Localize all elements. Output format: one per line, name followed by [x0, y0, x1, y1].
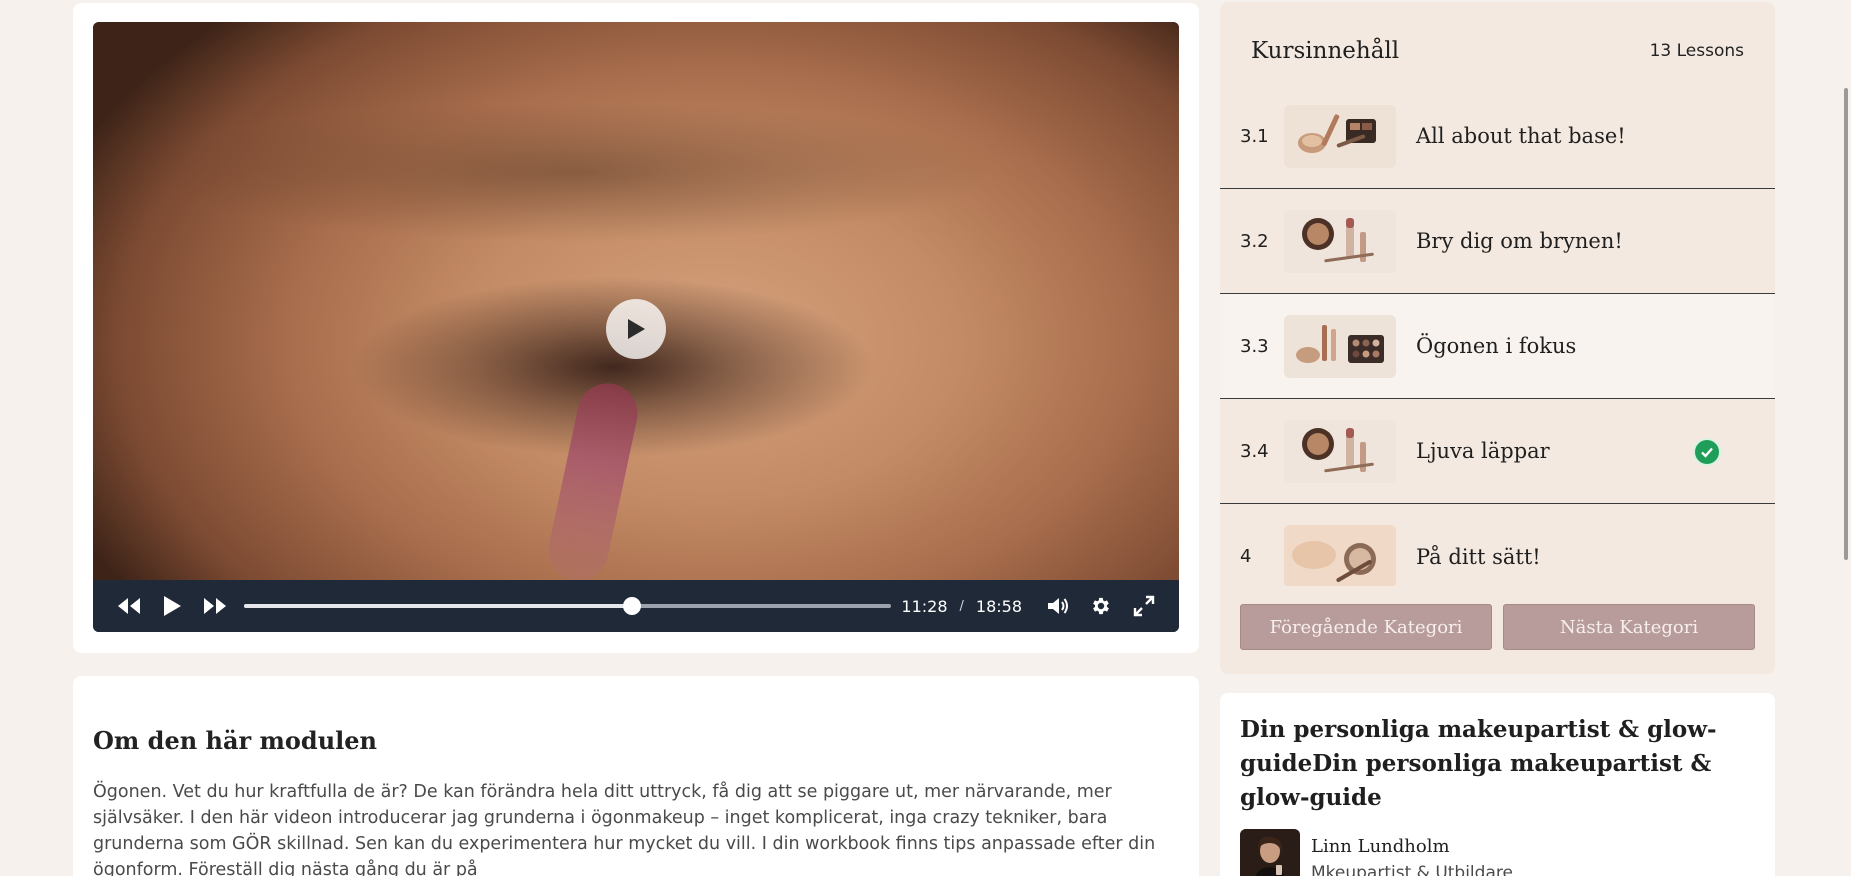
play-icon [163, 596, 181, 616]
progress-bar[interactable] [244, 597, 892, 615]
previous-category-button[interactable]: Föregående Kategori [1240, 604, 1492, 650]
makeup-products-image [1284, 419, 1396, 483]
next-category-button[interactable]: Nästa Kategori [1503, 604, 1755, 650]
fullscreen-icon [1133, 595, 1154, 617]
lesson-number: 4 [1240, 546, 1252, 567]
category-navigation: Föregående Kategori Nästa Kategori [1240, 604, 1755, 650]
play-icon [628, 319, 645, 339]
lesson-number: 3.3 [1240, 335, 1269, 357]
time-separator: / [959, 598, 964, 614]
rewind-icon [117, 598, 140, 614]
lesson-title: Ljuva läppar [1416, 439, 1550, 463]
gear-icon [1092, 597, 1109, 615]
lesson-thumbnail [1284, 209, 1396, 273]
lesson-number: 3.2 [1240, 230, 1269, 252]
lesson-item[interactable]: 4 På ditt sätt! [1220, 504, 1775, 586]
lesson-title: Bry dig om brynen! [1416, 229, 1623, 253]
author-name: Linn Lundholm [1311, 835, 1450, 857]
fast-forward-button[interactable] [193, 580, 236, 632]
lesson-number: 3.1 [1240, 125, 1269, 147]
lesson-title: Ögonen i fokus [1416, 334, 1577, 358]
scrollbar-thumb[interactable] [1844, 88, 1848, 560]
lesson-list: 3.1 All about that base! 3.2 Bry dig om … [1220, 84, 1775, 586]
fullscreen-button[interactable] [1122, 580, 1165, 632]
video-surface[interactable] [93, 22, 1179, 587]
guide-title: Din personliga makeupartist & glow-guide… [1240, 716, 1717, 811]
page-scrollbar[interactable] [1842, 0, 1851, 876]
lesson-item[interactable]: 3.4 Ljuva läppar [1220, 399, 1775, 504]
fast-forward-icon [203, 598, 226, 614]
duration: 18:58 [975, 596, 1022, 616]
course-title: Kursinnehåll [1251, 38, 1400, 64]
big-play-button[interactable] [606, 299, 666, 359]
volume-button[interactable] [1036, 580, 1079, 632]
author: Linn Lundholm Mkeupartist & Utbildare [1240, 829, 1755, 876]
makeup-products-image [1284, 104, 1396, 168]
video-controls: 11:28 / 18:58 [93, 580, 1179, 632]
lesson-item[interactable]: 3.2 Bry dig om brynen! [1220, 189, 1775, 294]
author-photo [1240, 829, 1300, 876]
guide-card: Din personliga makeupartist & glow-guide… [1220, 693, 1775, 876]
completed-check-icon [1693, 438, 1721, 466]
current-time: 11:28 [901, 596, 948, 616]
lesson-title: All about that base! [1416, 124, 1626, 148]
settings-button[interactable] [1079, 580, 1122, 632]
play-button[interactable] [150, 580, 193, 632]
lesson-count: 13 Lessons [1649, 41, 1744, 61]
lesson-title: På ditt sätt! [1416, 544, 1541, 569]
progress-thumb[interactable] [623, 597, 642, 615]
lesson-number: 3.4 [1240, 440, 1269, 462]
about-title: Om den här modulen [93, 726, 377, 755]
volume-icon [1047, 598, 1068, 614]
lesson-thumbnail [1284, 314, 1396, 378]
video-brush-detail [542, 377, 644, 587]
lesson-item-active[interactable]: 3.3 Ögonen i fokus [1220, 294, 1775, 399]
checkmark-icon [1701, 447, 1713, 458]
avatar [1240, 829, 1300, 876]
time-display: 11:28 / 18:58 [901, 597, 1036, 616]
video-player[interactable]: 11:28 / 18:58 [93, 22, 1179, 632]
lesson-thumbnail [1284, 419, 1396, 483]
makeup-products-image [1284, 525, 1396, 586]
makeup-products-image [1284, 209, 1396, 273]
about-text: Ögonen. Vet du hur kraftfulla de är? De … [93, 782, 1156, 876]
video-card: 11:28 / 18:58 [73, 3, 1199, 653]
course-header: Kursinnehåll 13 Lessons [1251, 38, 1744, 64]
rewind-button[interactable] [107, 580, 150, 632]
lesson-thumbnail [1284, 525, 1396, 586]
lesson-item[interactable]: 3.1 All about that base! [1220, 84, 1775, 189]
lesson-thumbnail [1284, 104, 1396, 168]
author-info: Linn Lundholm Mkeupartist & Utbildare [1311, 836, 1513, 876]
course-content-panel: Kursinnehåll 13 Lessons 3.1 All about th… [1220, 2, 1775, 674]
progress-fill [244, 604, 633, 608]
makeup-products-image [1284, 314, 1396, 378]
author-role: Mkeupartist & Utbildare [1311, 862, 1513, 876]
about-module-card: Om den här modulen Ögonen. Vet du hur kr… [73, 676, 1199, 876]
